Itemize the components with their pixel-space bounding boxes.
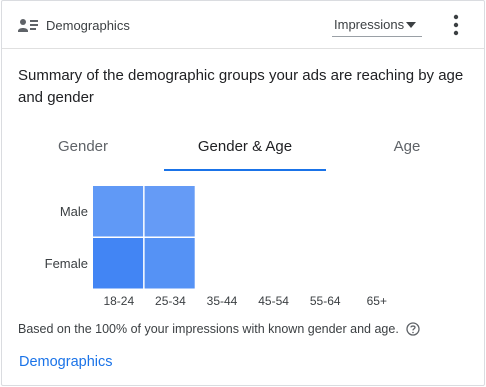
heatmap-cell[interactable]: [144, 186, 195, 237]
tab-gender-age[interactable]: Gender & Age: [164, 129, 326, 171]
tab-age[interactable]: Age: [326, 129, 486, 171]
demographics-card: Demographics Impressions Summary of the …: [1, 0, 485, 386]
column-label: 25-34: [155, 294, 186, 308]
heatmap-svg: Male Female 18-24 25-34 35-44 45-54 55-64 65+: [45, 186, 387, 308]
column-label: 65+: [367, 294, 387, 308]
summary-text: Summary of the demographic groups your a…: [18, 67, 464, 106]
more-vert-icon[interactable]: [448, 13, 464, 37]
column-label: 18-24: [103, 294, 134, 308]
tab-gender-label: Gender: [57, 138, 109, 155]
help-icon[interactable]: [406, 322, 420, 336]
tab-bar: Gender Gender & Age Age: [2, 129, 484, 173]
card-title: Demographics: [46, 18, 130, 33]
active-tab-indicator: [164, 169, 326, 171]
person-list-icon: [18, 19, 38, 32]
demographics-link[interactable]: Demographics: [19, 354, 113, 370]
caret-down-icon: [406, 22, 416, 28]
row-label: Female: [45, 256, 88, 271]
tab-gender[interactable]: Gender: [2, 129, 164, 171]
column-label: 45-54: [258, 294, 289, 308]
column-label: 55-64: [310, 294, 341, 308]
gender-age-heatmap: Male Female 18-24 25-34 35-44 45-54 55-64 65+: [2, 181, 484, 311]
column-label: 35-44: [207, 294, 238, 308]
card-header: Demographics Impressions: [2, 1, 484, 49]
heatmap-cell[interactable]: [93, 186, 144, 237]
footnote-text: Based on the 100% of your impressions wi…: [18, 322, 399, 336]
footnote: Based on the 100% of your impressions wi…: [18, 322, 420, 336]
tab-gender-age-label: Gender & Age: [197, 138, 293, 155]
row-label: Male: [60, 204, 88, 219]
metric-dropdown-value: Impressions: [334, 17, 405, 32]
heatmap-cell[interactable]: [93, 238, 144, 289]
heatmap-cell[interactable]: [144, 238, 195, 289]
metric-dropdown[interactable]: Impressions: [332, 15, 422, 37]
tab-age-label: Age: [393, 138, 421, 155]
